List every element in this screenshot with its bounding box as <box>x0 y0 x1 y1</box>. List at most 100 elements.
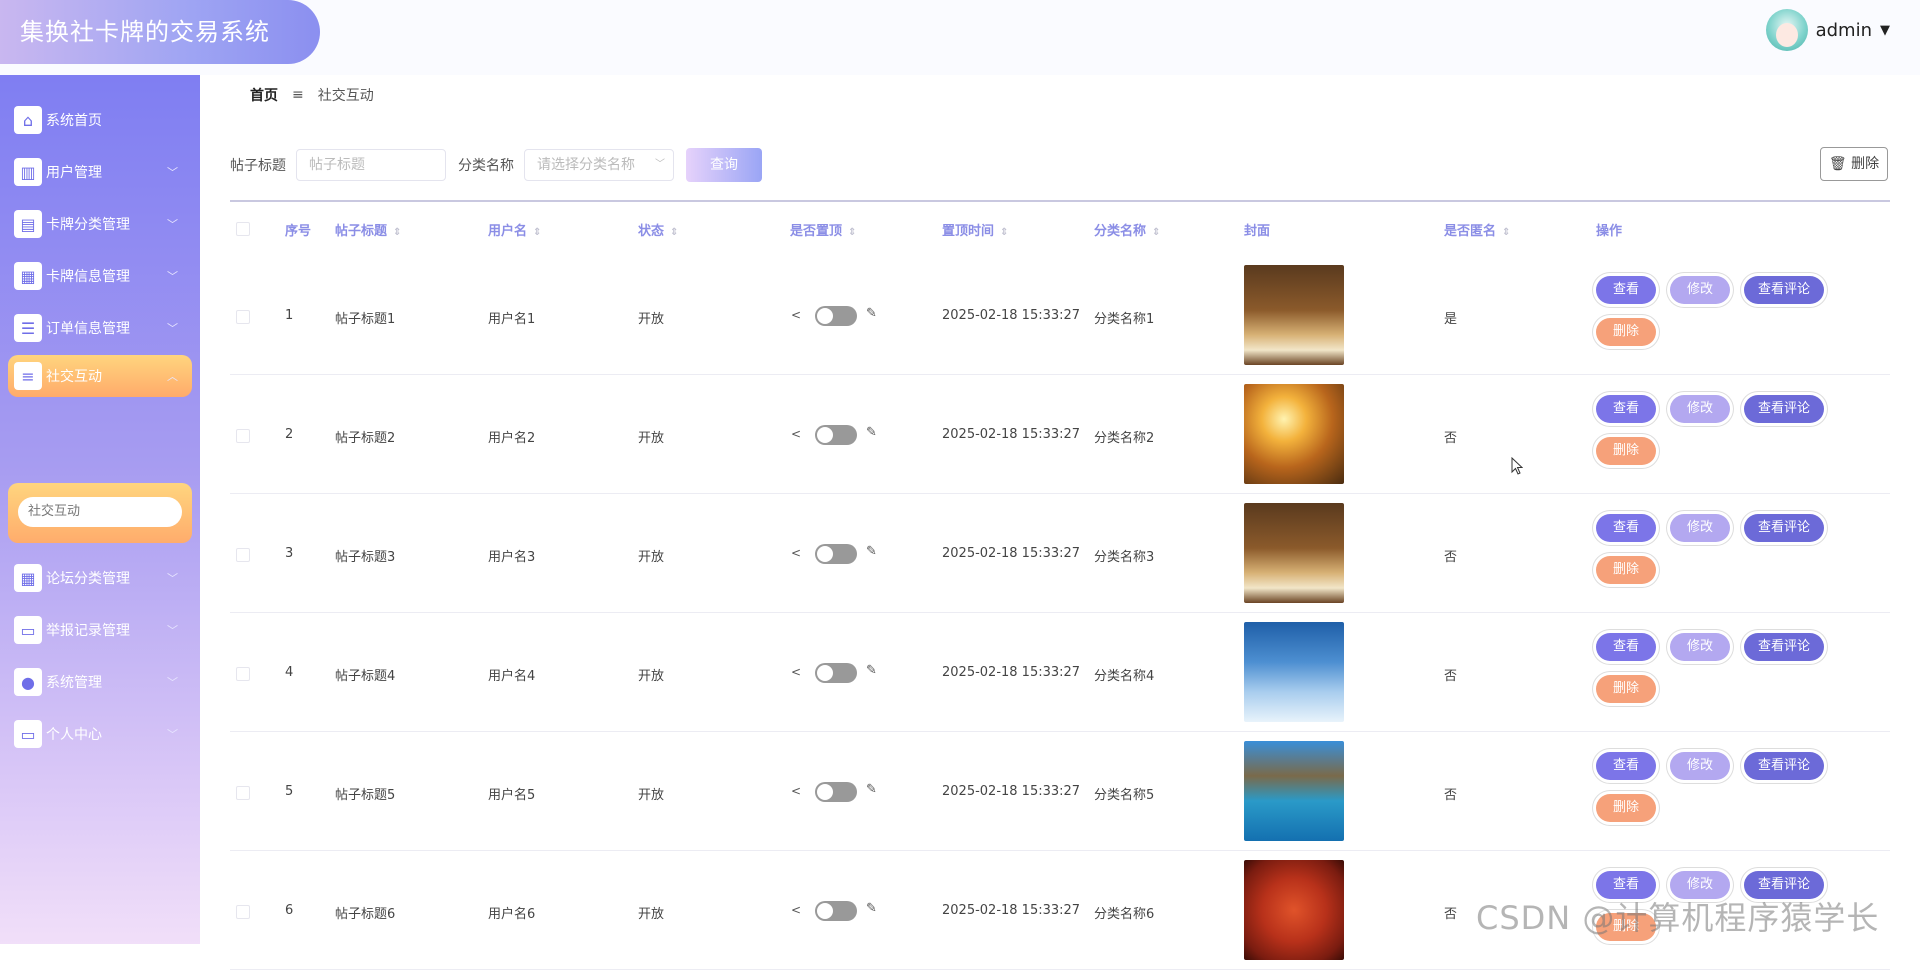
sort-icon[interactable]: ⇕ <box>848 227 856 238</box>
share-icon[interactable]: < <box>791 784 801 798</box>
batch-delete-button[interactable]: 🗑 删除 <box>1820 147 1888 181</box>
chevron-down-icon: ﹀ <box>167 270 178 283</box>
view-comments-button[interactable]: 查看评论 <box>1744 395 1824 423</box>
edit-pen-icon[interactable]: ✎ <box>866 782 877 797</box>
row-checkbox[interactable] <box>236 786 250 800</box>
user-name[interactable]: admin <box>1816 20 1872 41</box>
edit-button[interactable]: 修改 <box>1670 395 1730 423</box>
share-icon[interactable]: < <box>791 903 801 917</box>
delete-button[interactable]: 删除 <box>1596 794 1656 822</box>
view-button[interactable]: 查看 <box>1596 395 1656 423</box>
delete-button[interactable]: 删除 <box>1596 318 1656 346</box>
table-row: 2 帖子标题2 用户名2 开放 < ✎ 2025-02-18 15:33:27 … <box>230 375 1890 494</box>
sidebar-item-users[interactable]: ▥ 用户管理 ﹀ <box>8 151 192 193</box>
sidebar-item-card-category[interactable]: ▤ 卡牌分类管理 ﹀ <box>8 203 192 245</box>
cell-pin-time: 2025-02-18 15:33:27 <box>942 308 1081 323</box>
view-button[interactable]: 查看 <box>1596 752 1656 780</box>
cell-title: 帖子标题2 <box>335 431 396 446</box>
share-icon[interactable]: < <box>791 427 801 441</box>
share-icon[interactable]: < <box>791 546 801 560</box>
view-button[interactable]: 查看 <box>1596 514 1656 542</box>
watermark: CSDN @计算机程序猿学长 <box>1476 899 1880 937</box>
row-checkbox[interactable] <box>236 310 250 324</box>
list-icon: ≡ <box>14 362 42 390</box>
header-title[interactable]: 帖子标题 ⇕ <box>335 220 401 239</box>
share-icon[interactable]: < <box>791 665 801 679</box>
header-category[interactable]: 分类名称 ⇕ <box>1094 220 1160 239</box>
pin-toggle[interactable] <box>815 901 857 921</box>
header-pin-time[interactable]: 置顶时间 ⇕ <box>942 220 1008 239</box>
header-pinned[interactable]: 是否置顶 ⇕ <box>790 220 856 239</box>
avatar[interactable] <box>1765 9 1808 51</box>
sort-icon[interactable]: ⇕ <box>670 227 678 238</box>
title-filter-label: 帖子标题 <box>230 158 286 174</box>
header-user[interactable]: 用户名 ⇕ <box>488 220 541 239</box>
sidebar-item-forum-category[interactable]: ▦ 论坛分类管理 ﹀ <box>8 557 192 599</box>
sort-icon[interactable]: ⇕ <box>1000 227 1008 238</box>
cover-image-runner <box>1244 384 1344 484</box>
delete-button[interactable]: 删除 <box>1596 556 1656 584</box>
edit-pen-icon[interactable]: ✎ <box>866 306 877 321</box>
sidebar-item-label: 卡牌分类管理 <box>46 217 130 233</box>
sort-icon[interactable]: ⇕ <box>533 227 541 238</box>
header-label: 是否匿名 <box>1444 224 1497 239</box>
pin-toggle[interactable] <box>815 782 857 802</box>
header-status[interactable]: 状态 ⇕ <box>638 220 678 239</box>
view-comments-button[interactable]: 查看评论 <box>1744 752 1824 780</box>
row-checkbox[interactable] <box>236 548 250 562</box>
view-comments-button[interactable]: 查看评论 <box>1744 514 1824 542</box>
view-comments-button[interactable]: 查看评论 <box>1744 276 1824 304</box>
caret-down-icon[interactable]: ▼ <box>1880 23 1890 38</box>
header-label: 帖子标题 <box>335 224 388 239</box>
row-checkbox[interactable] <box>236 667 250 681</box>
sidebar-item-system[interactable]: ● 系统管理 ﹀ <box>8 661 192 703</box>
edit-button[interactable]: 修改 <box>1670 276 1730 304</box>
table-row: 3 帖子标题3 用户名3 开放 < ✎ 2025-02-18 15:33:27 … <box>230 494 1890 613</box>
select-all-checkbox[interactable] <box>236 222 250 236</box>
sort-icon[interactable]: ⇕ <box>1152 227 1160 238</box>
delete-button[interactable]: 删除 <box>1596 675 1656 703</box>
sidebar-item-card-info[interactable]: ▦ 卡牌信息管理 ﹀ <box>8 255 192 297</box>
edit-button[interactable]: 修改 <box>1670 514 1730 542</box>
cell-category: 分类名称6 <box>1094 907 1155 922</box>
view-button[interactable]: 查看 <box>1596 633 1656 661</box>
sidebar-item-reports[interactable]: ▭ 举报记录管理 ﹀ <box>8 609 192 651</box>
mouse-cursor-icon <box>1511 457 1523 475</box>
cell-anonymous: 否 <box>1444 907 1458 922</box>
row-checkbox[interactable] <box>236 905 250 919</box>
share-icon[interactable]: < <box>791 308 801 322</box>
sidebar: ⌂ 系统首页 ▥ 用户管理 ﹀ ▤ 卡牌分类管理 ﹀ ▦ 卡牌信息管理 ﹀ ☰ … <box>0 75 200 944</box>
delete-button[interactable]: 删除 <box>1596 437 1656 465</box>
header-anonymous[interactable]: 是否匿名 ⇕ <box>1444 220 1510 239</box>
submenu: 社交互动 <box>8 483 192 543</box>
edit-button[interactable]: 修改 <box>1670 633 1730 661</box>
category-select[interactable]: 请选择分类名称 ﹀ <box>524 149 674 181</box>
edit-pen-icon[interactable]: ✎ <box>866 901 877 916</box>
chevron-down-icon: ﹀ <box>655 159 665 170</box>
pin-toggle[interactable] <box>815 306 857 326</box>
sidebar-item-profile[interactable]: ▭ 个人中心 ﹀ <box>8 713 192 755</box>
pin-toggle[interactable] <box>815 544 857 564</box>
title-filter-input[interactable]: 帖子标题 <box>296 149 446 181</box>
breadcrumb-home[interactable]: 首页 <box>250 85 278 105</box>
sidebar-item-orders[interactable]: ☰ 订单信息管理 ﹀ <box>8 307 192 349</box>
sort-icon[interactable]: ⇕ <box>393 227 401 238</box>
edit-pen-icon[interactable]: ✎ <box>866 425 877 440</box>
sort-icon[interactable]: ⇕ <box>1502 227 1510 238</box>
row-checkbox[interactable] <box>236 429 250 443</box>
user-menu[interactable]: admin ▼ <box>1765 9 1890 51</box>
view-comments-button[interactable]: 查看评论 <box>1744 633 1824 661</box>
pin-toggle[interactable] <box>815 663 857 683</box>
table-row: 4 帖子标题4 用户名4 开放 < ✎ 2025-02-18 15:33:27 … <box>230 613 1890 732</box>
sidebar-item-home[interactable]: ⌂ 系统首页 <box>8 99 192 141</box>
edit-button[interactable]: 修改 <box>1670 752 1730 780</box>
sidebar-item-label: 论坛分类管理 <box>46 571 130 587</box>
edit-pen-icon[interactable]: ✎ <box>866 663 877 678</box>
pin-toggle[interactable] <box>815 425 857 445</box>
view-button[interactable]: 查看 <box>1596 276 1656 304</box>
submenu-item-social[interactable]: 社交互动 <box>18 497 182 527</box>
edit-pen-icon[interactable]: ✎ <box>866 544 877 559</box>
query-button[interactable]: 查询 <box>686 148 762 182</box>
app-title: 集换社卡牌的交易系统 <box>0 0 320 64</box>
sidebar-item-social[interactable]: ≡ 社交互动 ︿ <box>8 355 192 397</box>
